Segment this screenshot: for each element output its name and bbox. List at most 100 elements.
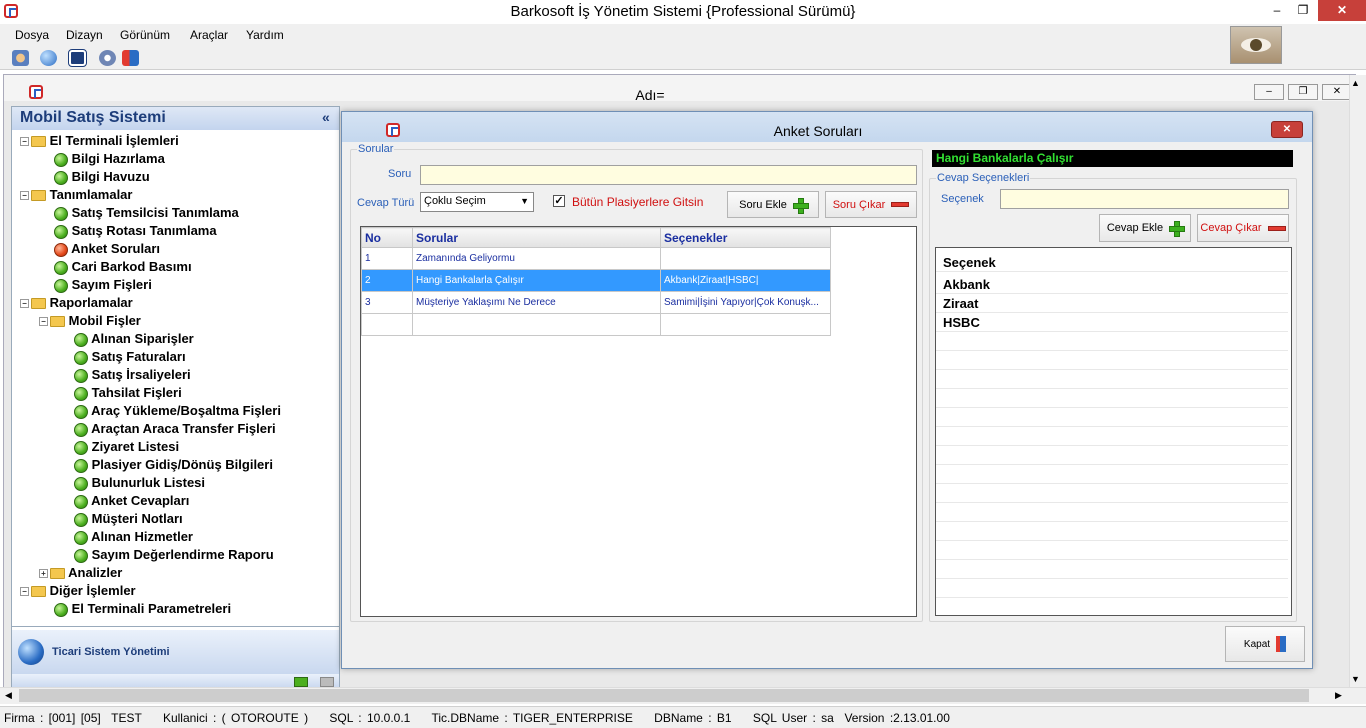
list-item[interactable]: HSBC: [936, 313, 1288, 332]
tree-item-arac-yukleme[interactable]: Araç Yükleme/Boşaltma Fişleri: [74, 403, 281, 419]
menu-dosya[interactable]: Dosya: [15, 28, 49, 42]
menu-araclar[interactable]: Araçlar: [190, 28, 228, 42]
tree-group-raporlamalar[interactable]: − Raporlamalar: [20, 295, 133, 310]
all-plasiyer-label[interactable]: Bütün Plasiyerlere Gitsin: [572, 195, 703, 209]
menu-gorunum[interactable]: Görünüm: [120, 28, 170, 42]
tree-folder-mobil-fisler[interactable]: − Mobil Fişler: [39, 313, 141, 328]
add-answer-button[interactable]: Cevap Ekle: [1099, 214, 1191, 242]
tree-item-satis-faturalari[interactable]: Satış Faturaları: [74, 349, 186, 365]
table-row-empty[interactable]: [361, 313, 831, 336]
tree-group-tanimlamalar[interactable]: − Tanımlamalar: [20, 187, 132, 202]
tree-item-el-terminali-parametreleri[interactable]: El Terminali Parametreleri: [54, 601, 231, 617]
mdi-close-button[interactable]: ✕: [1322, 84, 1352, 100]
cell-secenekler[interactable]: Akbank|Ziraat|HSBC|: [660, 269, 831, 292]
tree-item-alinan-hizmetler[interactable]: Alınan Hizmetler: [74, 529, 193, 545]
all-plasiyer-checkbox[interactable]: ✓: [553, 195, 565, 207]
mdi-minimize-button[interactable]: –: [1254, 84, 1284, 100]
cell-no[interactable]: 2: [361, 269, 413, 292]
column-header-no[interactable]: No: [361, 227, 413, 248]
exit-icon[interactable]: [122, 50, 139, 66]
tree-group-el-terminali[interactable]: − El Terminali İşlemleri: [20, 133, 179, 148]
collapse-panel-button[interactable]: «: [322, 109, 330, 125]
green-dot-icon: [54, 260, 68, 275]
globe-icon[interactable]: [40, 50, 57, 66]
tree-item-satis-temsilcisi[interactable]: Satış Temsilcisi Tanımlama: [54, 205, 239, 221]
cell-secenekler[interactable]: [660, 247, 831, 270]
cell-soru[interactable]: Hangi Bankalarla Çalışır: [412, 269, 661, 292]
secenek-input[interactable]: [1000, 189, 1289, 209]
report-icon[interactable]: [68, 49, 87, 67]
table-row-selected[interactable]: 2 Hangi Bankalarla Çalışır Akbank|Ziraat…: [361, 269, 831, 292]
users-icon[interactable]: [12, 50, 29, 66]
horizontal-scroll-thumb[interactable]: [19, 689, 1309, 702]
empty-row: [936, 484, 1288, 503]
mdi-restore-button[interactable]: ❐: [1288, 84, 1318, 100]
menu-dizayn[interactable]: Dizayn: [66, 28, 103, 42]
table-row[interactable]: 3 Müşteriye Yaklaşımı Ne Derece Samimi|İ…: [361, 291, 831, 314]
cevap-turu-select[interactable]: Çoklu Seçim ▼: [420, 192, 534, 212]
expand-icon[interactable]: +: [39, 569, 48, 579]
tree-item-anket-cevaplari[interactable]: Anket Cevapları: [74, 493, 189, 509]
footer-section-label[interactable]: Ticari Sistem Yönetimi: [52, 646, 170, 658]
remove-answer-button[interactable]: Cevap Çıkar: [1197, 214, 1289, 242]
menu-yardim[interactable]: Yardım: [246, 28, 284, 42]
dialog-close-button[interactable]: ✕: [1271, 121, 1303, 138]
collapse-icon[interactable]: −: [20, 137, 29, 147]
tree-item-sayim-degerlendirme[interactable]: Sayım Değerlendirme Raporu: [74, 547, 274, 563]
tree-item-satis-rotasi[interactable]: Satış Rotası Tanımlama: [54, 223, 217, 239]
scroll-up-icon[interactable]: ▲: [1351, 78, 1360, 88]
tree-item-satis-irsaliyeleri[interactable]: Satış İrsaliyeleri: [74, 367, 191, 383]
collapse-icon[interactable]: −: [20, 587, 29, 597]
scroll-right-icon[interactable]: ▶: [1335, 690, 1342, 701]
empty-row: [936, 332, 1288, 351]
empty-row: [936, 408, 1288, 427]
close-dialog-button[interactable]: Kapat: [1225, 626, 1305, 662]
collapse-icon[interactable]: −: [20, 299, 29, 309]
tree-item-aractan-araca[interactable]: Araçtan Araca Transfer Fişleri: [74, 421, 276, 437]
cell-no[interactable]: 1: [361, 247, 413, 270]
tree-item-sayim-fisleri[interactable]: Sayım Fişleri: [54, 277, 152, 293]
tree-group-diger-islemler[interactable]: − Diğer İşlemler: [20, 583, 136, 598]
tree-item-plasiyer-gidis[interactable]: Plasiyer Gidiş/Dönüş Bilgileri: [74, 457, 273, 473]
cell-soru[interactable]: Zamanında Geliyormu: [412, 247, 661, 270]
column-header-sorular[interactable]: Sorular: [412, 227, 661, 248]
tree-item-musteri-notlari[interactable]: Müşteri Notları: [74, 511, 183, 527]
column-header-secenekler[interactable]: Seçenekler: [660, 227, 831, 248]
cell-soru[interactable]: [412, 313, 661, 336]
tree-item-bulunurluk[interactable]: Bulunurluk Listesi: [74, 475, 205, 491]
close-button[interactable]: ✕: [1318, 0, 1366, 21]
cell-no[interactable]: [361, 313, 413, 336]
collapse-icon[interactable]: −: [39, 317, 48, 327]
tree-item-anket-sorulari[interactable]: Anket Soruları: [54, 241, 160, 257]
scroll-left-icon[interactable]: ◀: [5, 690, 12, 701]
restore-button[interactable]: ❐: [1288, 0, 1318, 21]
cell-soru[interactable]: Müşteriye Yaklaşımı Ne Derece: [412, 291, 661, 314]
list-item[interactable]: Akbank: [936, 275, 1288, 294]
tree-item-tahsilat-fisleri[interactable]: Tahsilat Fişleri: [74, 385, 182, 401]
configure-icon[interactable]: [320, 677, 334, 687]
remove-question-button[interactable]: Soru Çıkar: [825, 191, 917, 218]
globe-icon: [18, 639, 44, 665]
tree-item-ziyaret-listesi[interactable]: Ziyaret Listesi: [74, 439, 179, 455]
list-item[interactable]: Ziraat: [936, 294, 1288, 313]
soru-input[interactable]: [420, 165, 917, 185]
tree-folder-analizler[interactable]: + Analizler: [39, 565, 122, 580]
collapse-icon[interactable]: −: [20, 191, 29, 201]
cell-secenekler[interactable]: Samimi|İşini Yapıyor|Çok Konuşk...: [660, 291, 831, 314]
scroll-down-icon[interactable]: ▼: [1351, 674, 1360, 684]
cell-no[interactable]: 3: [361, 291, 413, 314]
tree-item-alinan-siparisler[interactable]: Alınan Siparişler: [74, 331, 194, 347]
tree-label: Cari Barkod Basımı: [71, 259, 192, 274]
add-question-label: Soru Ekle: [739, 198, 787, 211]
add-question-button[interactable]: Soru Ekle: [727, 191, 819, 218]
options-header[interactable]: Seçenek: [936, 253, 1288, 272]
green-folder-icon[interactable]: [294, 677, 308, 687]
settings-icon[interactable]: [99, 50, 116, 66]
tree-item-bilgi-havuzu[interactable]: Bilgi Havuzu: [54, 169, 150, 185]
tree-item-bilgi-hazirlama[interactable]: Bilgi Hazırlama: [54, 151, 165, 167]
cell-secenekler[interactable]: [660, 313, 831, 336]
tree-item-cari-barkod[interactable]: Cari Barkod Basımı: [54, 259, 192, 275]
vertical-scrollbar[interactable]: [1349, 75, 1366, 687]
table-row[interactable]: 1 Zamanında Geliyormu: [361, 247, 831, 270]
plus-icon: [1169, 221, 1186, 237]
